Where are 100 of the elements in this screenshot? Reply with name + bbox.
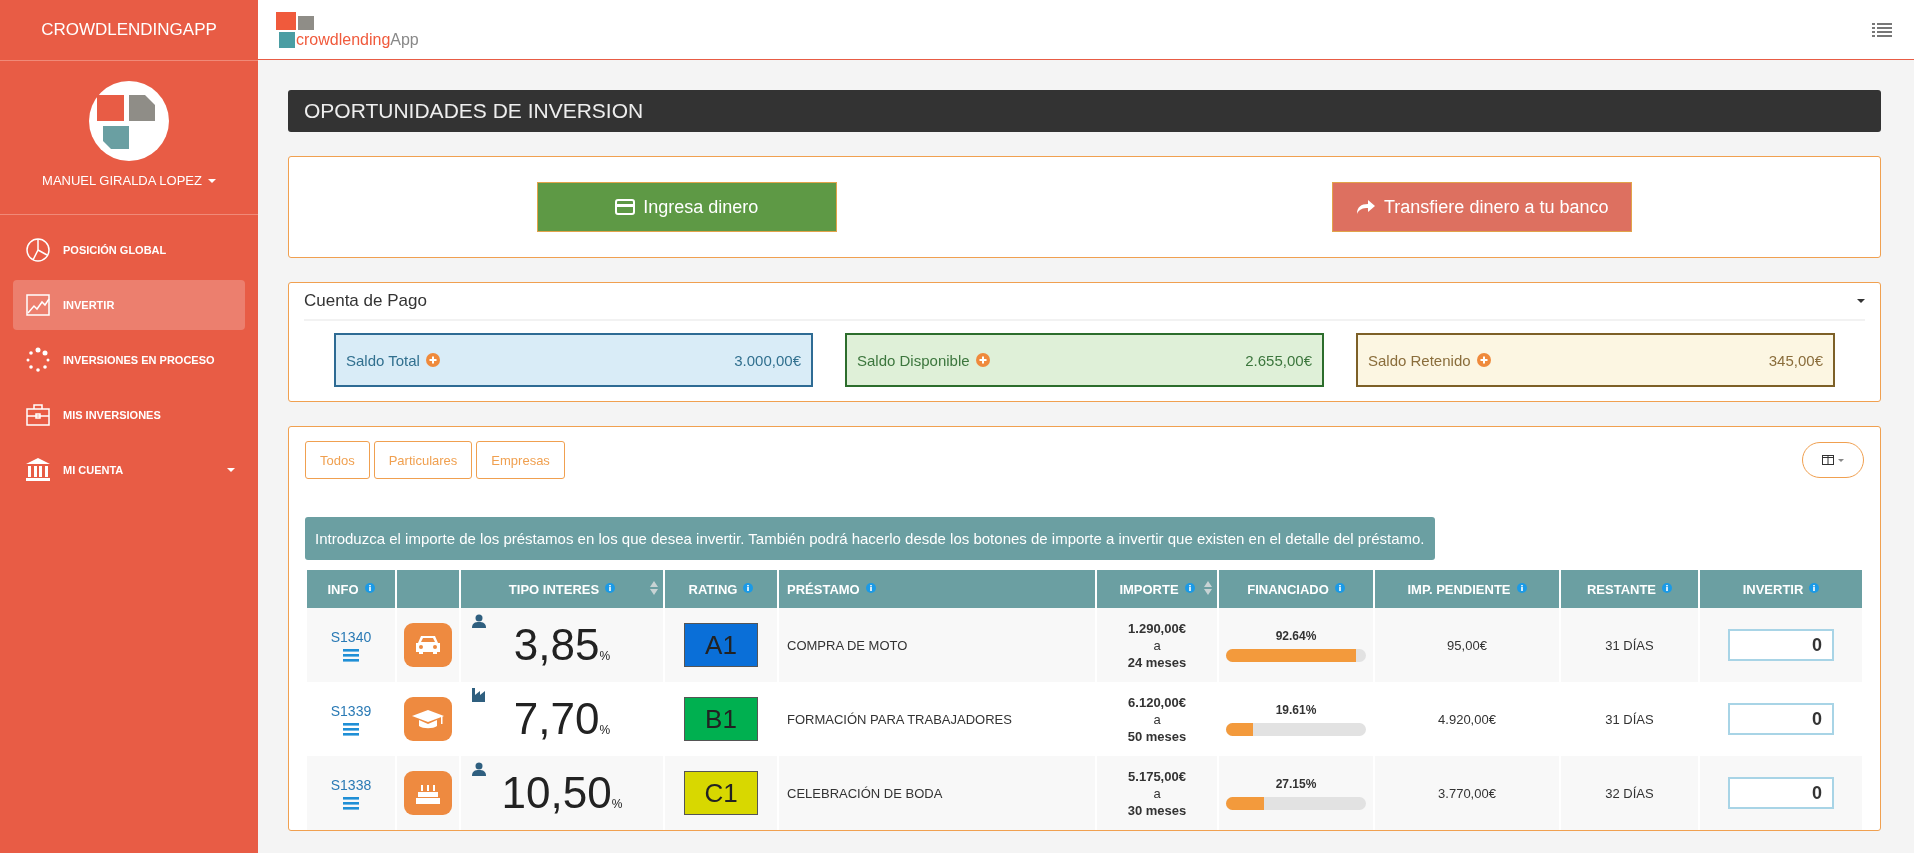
funded-percent: 92.64% [1275,628,1317,643]
loan-amount: 5.175,00€ [1128,768,1186,784]
interest-rate: 10,50% [501,768,623,818]
deposit-button[interactable]: Ingresa dinero [536,182,837,232]
account-panel-header[interactable]: Cuenta de Pago [304,283,1865,321]
column-title: IMP. PENDIENTE [1407,581,1511,597]
loan-name: COMPRA DE MOTO [787,637,908,653]
pie-chart-icon [25,237,51,263]
filter-tab[interactable]: Todos [305,441,370,479]
line-chart-icon [25,292,51,318]
list-icon[interactable] [343,796,359,810]
info-icon[interactable] [1809,582,1820,593]
avatar-logo-icon [89,81,169,161]
balance-label: Saldo Total [346,351,420,369]
briefcase-icon [25,402,51,428]
loan-name: CELEBRACIÓN DE BODA [787,785,943,801]
column-title: RESTANTE [1586,581,1657,597]
remaining-days: 31 DÍAS [1605,637,1654,653]
page-title: OPORTUNIDADES DE INVERSION [288,90,1881,132]
sidebar-item[interactable]: POSICIÓN GLOBAL [13,225,245,275]
loan-id-link[interactable]: S1339 [330,702,372,719]
amount-separator: a [1153,711,1161,727]
filter-tab[interactable]: Particulares [373,441,473,479]
list-icon[interactable] [343,722,359,736]
loan-amount: 6.120,00€ [1128,694,1186,710]
info-icon[interactable] [1662,582,1673,593]
rating-badge: B1 [684,697,758,741]
column-title: INVERTIR [1742,581,1804,597]
pending-amount: 4.920,00€ [1438,711,1496,727]
transfer-button[interactable]: Transfiere dinero a tu banco [1332,182,1633,232]
caret-icon [207,178,216,183]
caret-icon [227,468,235,472]
loan-name: FORMACIÓN PARA TRABAJADORES [787,711,1012,727]
balance-label: Saldo Retenido [1368,351,1471,369]
balance-value: 3.000,00€ [734,351,801,369]
loan-term: 24 meses [1127,654,1187,670]
info-icon[interactable] [1184,582,1195,593]
list-menu-icon[interactable] [1872,21,1892,38]
rating-badge: A1 [684,623,758,667]
sidebar-item[interactable]: MI CUENTA [13,445,245,495]
list-icon[interactable] [343,648,359,662]
pending-amount: 95,00€ [1447,637,1487,653]
loan-id-link[interactable]: S1340 [330,628,372,645]
user-menu[interactable]: MANUEL GIRALDA LOPEZ [42,173,216,188]
plus-circle-icon[interactable] [425,353,440,367]
plus-circle-icon[interactable] [975,353,990,367]
caret-icon [1857,299,1865,303]
info-icon[interactable] [364,582,375,593]
info-icon[interactable] [1516,582,1527,593]
loan-id-link[interactable]: S1338 [330,776,372,793]
info-icon[interactable] [743,582,754,593]
dots-circle-icon [25,347,51,373]
rating-badge: C1 [684,771,758,815]
columns-toggle-button[interactable] [1802,442,1864,478]
loan-term: 50 meses [1127,728,1187,744]
info-icon[interactable] [1334,582,1345,593]
app-logo: crowdlendingApp [276,11,419,48]
invest-amount-field[interactable]: 0 [1728,777,1834,809]
column-title: RATING [688,581,738,597]
sort-icon[interactable] [1204,581,1212,595]
sidebar-item[interactable]: INVERTIR [13,280,245,330]
balance-value: 2.655,00€ [1245,351,1312,369]
column-title: FINANCIADO [1247,581,1329,597]
column-title: PRÉSTAMO [787,581,860,597]
person-icon [472,614,486,628]
remaining-days: 32 DÍAS [1605,785,1654,801]
pending-amount: 3.770,00€ [1438,785,1496,801]
filter-tab[interactable]: Empresas [476,441,565,479]
sidebar-item[interactable]: INVERSIONES EN PROCESO [13,335,245,385]
columns-icon [1822,455,1834,465]
column-title: IMPORTE [1119,581,1179,597]
amount-separator: a [1153,637,1161,653]
credit-card-icon [615,199,636,215]
amount-separator: a [1153,785,1161,801]
invest-amount-field[interactable]: 0 [1728,629,1834,661]
bank-icon [25,457,51,483]
funded-percent: 27.15% [1275,776,1317,791]
remaining-days: 31 DÍAS [1605,711,1654,727]
interest-rate: 7,70% [513,694,611,744]
car-icon [404,623,452,667]
cake-icon [404,771,452,815]
loan-amount: 1.290,00€ [1128,620,1186,636]
funded-percent: 19.61% [1275,702,1317,717]
info-icon[interactable] [865,582,876,593]
person-icon [472,762,486,776]
graduation-cap-icon [404,697,452,741]
sort-icon[interactable] [650,581,658,595]
factory-icon [472,688,488,702]
balance-label: Saldo Disponible [857,351,970,369]
column-title: TIPO INTERES [508,581,600,597]
plus-circle-icon[interactable] [1476,353,1491,367]
info-notice: Introduzca el importe de los préstamos en los que desea invertir. También podrá hacerlo desde los botones de importe a invertir que existen en el detalle del préstamo. [305,517,1435,560]
balance-value: 345,00€ [1768,351,1823,369]
loan-term: 30 meses [1127,802,1187,818]
info-icon[interactable] [605,582,616,593]
invest-amount-field[interactable]: 0 [1728,703,1834,735]
sidebar-item[interactable]: MIS INVERSIONES [13,390,245,440]
share-arrow-icon [1356,199,1376,215]
interest-rate: 3,85% [513,620,611,670]
column-title: INFO [327,581,359,597]
